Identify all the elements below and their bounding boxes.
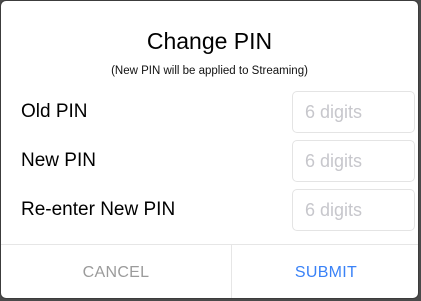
new-pin-row: New PIN: [21, 140, 415, 182]
submit-button[interactable]: SUBMIT: [232, 245, 418, 298]
dialog-footer: CANCEL SUBMIT: [1, 244, 418, 298]
old-pin-input[interactable]: [292, 91, 415, 133]
new-pin-label: New PIN: [21, 150, 96, 171]
change-pin-dialog: Change PIN (New PIN will be applied to S…: [0, 0, 419, 299]
reenter-pin-label: Re-enter New PIN: [21, 199, 176, 220]
dialog-title: Change PIN: [146, 28, 273, 54]
new-pin-input[interactable]: [292, 140, 415, 182]
dialog-subtitle: (New PIN will be applied to Streaming): [111, 65, 308, 77]
old-pin-label: Old PIN: [21, 101, 88, 122]
cancel-button[interactable]: CANCEL: [1, 245, 232, 298]
reenter-pin-input[interactable]: [292, 189, 415, 231]
old-pin-row: Old PIN: [21, 91, 415, 133]
reenter-pin-row: Re-enter New PIN: [21, 189, 415, 231]
